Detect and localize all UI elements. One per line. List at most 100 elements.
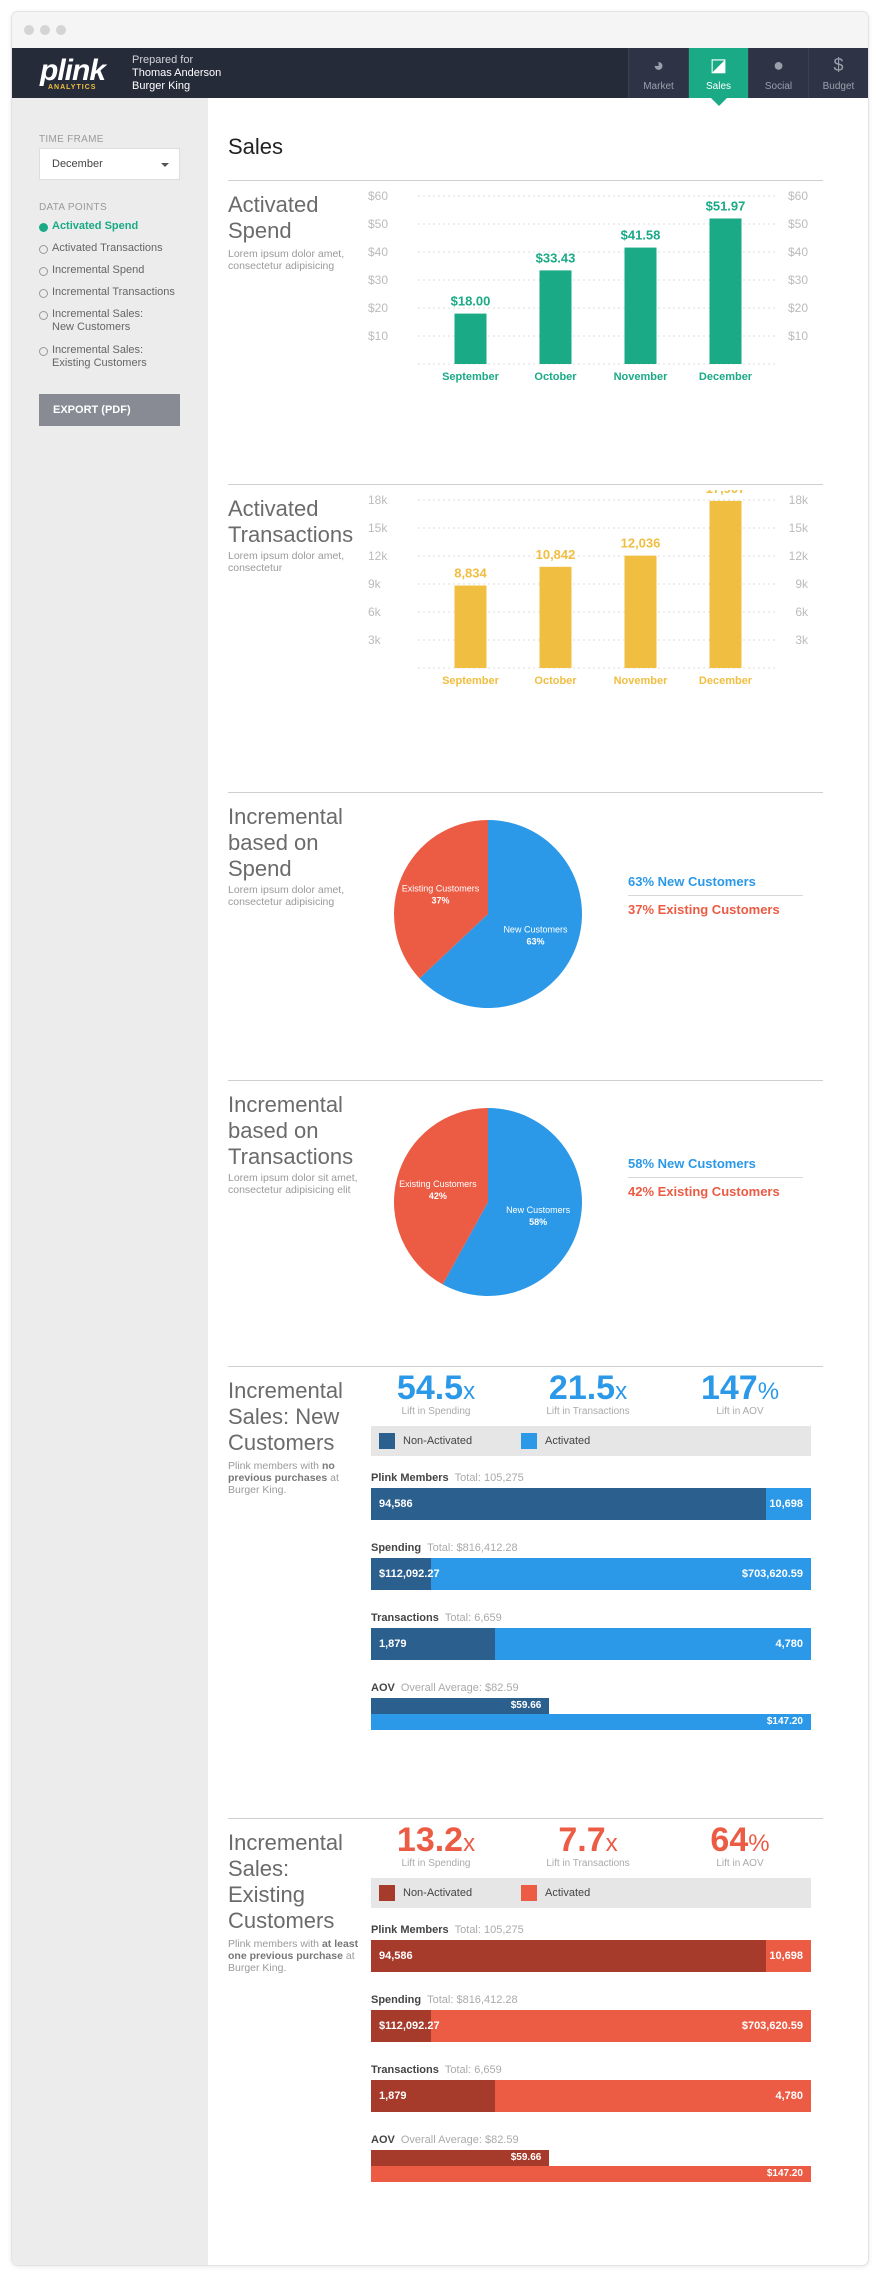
- y-tick-label: 3k: [795, 633, 808, 647]
- bar-value-act: 4,780: [775, 1638, 803, 1650]
- x-tick-label: October: [534, 675, 577, 687]
- bar-segment-activated: [495, 2080, 811, 2112]
- x-tick-label: December: [699, 371, 753, 383]
- tab-label: Budget: [822, 81, 855, 92]
- desc-text: Plink members with: [228, 1938, 322, 1950]
- stat-value: 147: [700, 1369, 758, 1407]
- slice-value: 58%: [529, 1217, 547, 1227]
- data-point-new-customers[interactable]: Incremental Sales: New Customers: [39, 308, 159, 334]
- section-description: Lorem ipsum dolor amet, consectetur adip…: [228, 884, 345, 908]
- bar-value-act: 4,780: [775, 2090, 803, 2102]
- data-point-activated-spend[interactable]: Activated Spend: [39, 220, 138, 233]
- window-close-dot[interactable]: [24, 25, 34, 35]
- tab-sales[interactable]: ◪ Sales: [688, 48, 748, 106]
- section-divider: [228, 1818, 823, 1819]
- y-tick-label: $50: [368, 217, 388, 231]
- prepared-for: Prepared for Thomas Anderson Burger King: [132, 54, 221, 93]
- stat-value: 54.5: [396, 1369, 464, 1407]
- bar: [454, 313, 487, 364]
- slice-value: 37%: [432, 895, 450, 905]
- section-description: Lorem ipsum dolor sit amet, consectetur …: [228, 1172, 358, 1196]
- transactions-label: Transactions Total: 6,659: [371, 2064, 502, 2076]
- section-description: Plink members with at least one previous…: [228, 1938, 368, 1974]
- stat-label: Lift in Transactions: [546, 1406, 630, 1417]
- bar: [709, 218, 742, 364]
- aov-activated: $147.20: [371, 1714, 811, 1730]
- legend-new-customers: 63% New Customers: [628, 868, 803, 896]
- tab-market[interactable]: ◕ Market: [628, 48, 688, 98]
- bar: [539, 270, 572, 364]
- section-title: Incremental Sales: Existing Customers: [228, 1830, 343, 1933]
- legend-existing-customers: 42% Existing Customers: [628, 1184, 780, 1199]
- client-name: Thomas Anderson: [132, 67, 222, 79]
- section-divider: [228, 180, 823, 181]
- bar: [624, 555, 657, 668]
- stat-value: 7.7: [558, 1821, 606, 1859]
- y-tick-label: $40: [368, 245, 388, 259]
- legend-existing-customers: 37% Existing Customers: [628, 902, 780, 917]
- time-frame-select[interactable]: December: [39, 148, 180, 180]
- section-title: Incremental based on Spend: [228, 804, 343, 881]
- data-point-activated-transactions[interactable]: Activated Transactions: [39, 242, 163, 255]
- section-description: Lorem ipsum dolor amet, consectetur: [228, 550, 345, 574]
- y-tick-label: 15k: [368, 521, 388, 535]
- data-label: $41.58: [621, 228, 661, 243]
- window-maximize-dot[interactable]: [56, 25, 66, 35]
- slice-value: 63%: [526, 937, 544, 947]
- data-point-incremental-transactions[interactable]: Incremental Transactions: [39, 286, 175, 299]
- client-company: Burger King: [132, 80, 191, 92]
- members-label: Plink Members Total: 105,275: [371, 1472, 524, 1484]
- stat-label: Lift in Transactions: [546, 1858, 630, 1869]
- y-tick-label: $30: [368, 273, 388, 287]
- pie-legend: 63% New Customers 37% Existing Customers: [628, 868, 803, 923]
- y-tick-label: $60: [368, 189, 388, 203]
- section-description: Lorem ipsum dolor amet, consectetur adip…: [228, 248, 345, 272]
- y-tick-label: $30: [788, 273, 808, 287]
- stat-label: Lift in AOV: [716, 1406, 764, 1417]
- section-title: Incremental Sales: New Customers: [228, 1378, 343, 1455]
- tab-budget[interactable]: $ Budget: [808, 48, 868, 98]
- stat-value: 21.5: [548, 1369, 616, 1407]
- y-tick-label: 12k: [789, 549, 808, 563]
- window-minimize-dot[interactable]: [40, 25, 50, 35]
- bar-value-act: 10,698: [769, 1498, 803, 1510]
- main-nav: ◕ Market ◪ Sales ● Social $ Budget: [628, 48, 868, 106]
- aov-non-activated: $59.66: [371, 2150, 550, 2166]
- stat-unit: x: [463, 1378, 476, 1405]
- bar-value-act: 10,698: [769, 1950, 803, 1962]
- section-description: Plink members with no previous purchases…: [228, 1460, 368, 1496]
- section-divider: [228, 1366, 823, 1367]
- bar-value-non: 94,586: [379, 1498, 413, 1510]
- data-point-existing-customers[interactable]: Incremental Sales: Existing Customers: [39, 344, 159, 370]
- aov-bar: $59.66 $147.20: [371, 1698, 811, 1732]
- stat-label: Lift in Spending: [401, 1406, 471, 1417]
- stat-lift-transactions: 7.7x Lift in Transactions: [518, 1822, 658, 1869]
- pie-chart-icon: ◕: [653, 55, 664, 75]
- bar-value-act: $703,620.59: [741, 1568, 803, 1580]
- aov-non-activated: $59.66: [371, 1698, 550, 1714]
- members-bar: 94,586 10,698: [371, 1488, 811, 1520]
- stat-value: 64: [710, 1821, 749, 1859]
- tab-social[interactable]: ● Social: [748, 48, 808, 98]
- legend-non-activated: Non-Activated: [379, 1433, 472, 1449]
- stat-lift-spending: 13.2x Lift in Spending: [366, 1822, 506, 1869]
- x-tick-label: September: [442, 675, 500, 687]
- desc-text: Plink members with: [228, 1460, 322, 1472]
- data-point-incremental-spend[interactable]: Incremental Spend: [39, 264, 144, 277]
- aov-bar: $59.66 $147.20: [371, 2150, 811, 2184]
- stat-lift-transactions: 21.5x Lift in Transactions: [518, 1370, 658, 1417]
- activated-transactions-chart: 18k 18k 15k 15k 12k 12k 9k 9k 6k 6k 3k 3k 8,834 Septe…: [368, 490, 808, 687]
- y-tick-label: 6k: [368, 605, 382, 619]
- data-label: 17,907: [706, 490, 746, 496]
- y-tick-label: $60: [788, 189, 808, 203]
- pie-legend: 58% New Customers 42% Existing Customers: [628, 1150, 803, 1205]
- export-pdf-button[interactable]: EXPORT (PDF): [39, 394, 180, 426]
- bar-value-non: 1,879: [379, 2090, 407, 2102]
- logo-subtitle: ANALYTICS: [48, 84, 97, 91]
- y-tick-label: 18k: [789, 493, 808, 507]
- plink-logo[interactable]: plink: [40, 54, 106, 88]
- bar-segment-activated: [495, 1628, 811, 1660]
- stat-lift-spending: 54.5x Lift in Spending: [366, 1370, 506, 1417]
- slice-name: New Customers: [506, 1205, 571, 1215]
- stat-unit: x: [605, 1830, 618, 1857]
